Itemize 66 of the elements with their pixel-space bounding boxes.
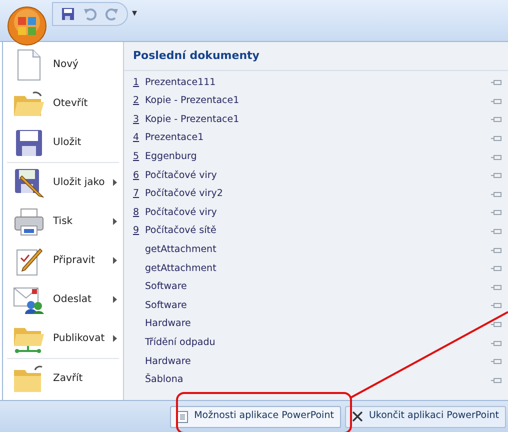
menu-command[interactable]: Uložit	[3, 123, 123, 162]
recent-document[interactable]: Hardware	[124, 352, 508, 371]
menu-command[interactable]: Zavřít	[3, 359, 123, 398]
submenu-arrow-icon	[113, 218, 117, 225]
menu-command[interactable]: Nový	[3, 45, 123, 84]
footer-button[interactable]: Ukončit aplikaci PowerPoint	[344, 406, 506, 428]
recent-document[interactable]: Software	[124, 296, 508, 316]
pin-icon[interactable]	[491, 190, 502, 198]
menu-command[interactable]: Odeslat	[3, 280, 123, 319]
pin-icon[interactable]	[491, 172, 502, 180]
folder-icon	[13, 90, 45, 118]
document-icon	[16, 48, 42, 80]
recent-document[interactable]: 4 Prezentace1	[124, 129, 508, 148]
footer-button[interactable]: Možnosti aplikace PowerPoint	[170, 406, 341, 428]
submenu-arrow-icon	[113, 179, 117, 186]
menu-command[interactable]: Tisk	[3, 202, 123, 241]
menu-command[interactable]: Připravit	[3, 241, 123, 280]
office-button[interactable]	[7, 6, 47, 46]
submenu-arrow-icon	[113, 296, 117, 303]
recent-document[interactable]: Třídění odpadu	[124, 334, 508, 352]
pin-icon[interactable]	[491, 79, 502, 86]
document-icon	[177, 410, 188, 422]
pin-icon[interactable]	[491, 154, 502, 161]
printer-icon	[14, 208, 44, 236]
recent-document[interactable]: 3 Kopie - Prezentace1	[124, 110, 508, 130]
pin-icon[interactable]	[491, 340, 502, 347]
pin-icon[interactable]	[491, 209, 502, 216]
recent-document[interactable]: getAttachment	[124, 240, 508, 260]
folder-arrow-icon	[13, 364, 45, 394]
floppy-pencil-icon	[14, 168, 44, 198]
envelope-people-icon	[13, 284, 45, 314]
menu-command[interactable]: Publikovat	[3, 319, 123, 358]
pin-icon[interactable]	[491, 284, 502, 291]
pin-icon[interactable]	[491, 246, 502, 254]
recent-document[interactable]: 6 Počítačové viry	[124, 166, 508, 186]
pin-icon[interactable]	[491, 302, 502, 310]
recent-document[interactable]: 1 Prezentace111	[124, 74, 508, 92]
pin-icon[interactable]	[491, 135, 502, 142]
pin-icon[interactable]	[491, 358, 502, 366]
document-pencil-icon	[15, 246, 43, 276]
pin-icon[interactable]	[491, 116, 502, 124]
floppy-icon	[15, 128, 43, 156]
recent-document[interactable]: 5 Eggenburg	[124, 148, 508, 166]
recent-document[interactable]: Šablona	[124, 371, 508, 390]
submenu-arrow-icon	[113, 257, 117, 264]
menu-command[interactable]: Otevřít	[3, 84, 123, 123]
recent-document[interactable]: 9 Počítačové sítě	[124, 222, 508, 241]
recent-document[interactable]: 8 Počítačové viry	[124, 204, 508, 222]
recent-document[interactable]: Hardware	[124, 315, 508, 334]
close-icon	[352, 411, 363, 422]
pin-icon[interactable]	[491, 98, 502, 105]
pin-icon[interactable]	[491, 265, 502, 272]
recent-document[interactable]: 7 Počítačové viry2	[124, 185, 508, 204]
recent-document[interactable]: getAttachment	[124, 259, 508, 278]
pin-icon[interactable]	[491, 376, 502, 384]
save-icon[interactable]	[61, 6, 75, 20]
recent-document[interactable]: Software	[124, 278, 508, 297]
pin-icon[interactable]	[491, 321, 502, 328]
pin-icon[interactable]	[491, 228, 502, 236]
undo-icon[interactable]	[83, 6, 97, 20]
section-heading: Poslední dokumenty	[124, 42, 508, 70]
customize-arrow[interactable]: ▾	[132, 6, 138, 21]
redo-icon[interactable]	[105, 6, 119, 20]
submenu-arrow-icon	[113, 335, 117, 342]
menu-command[interactable]: Uložit jako	[3, 163, 123, 202]
recent-document[interactable]: 2 Kopie - Prezentace1	[124, 92, 508, 111]
